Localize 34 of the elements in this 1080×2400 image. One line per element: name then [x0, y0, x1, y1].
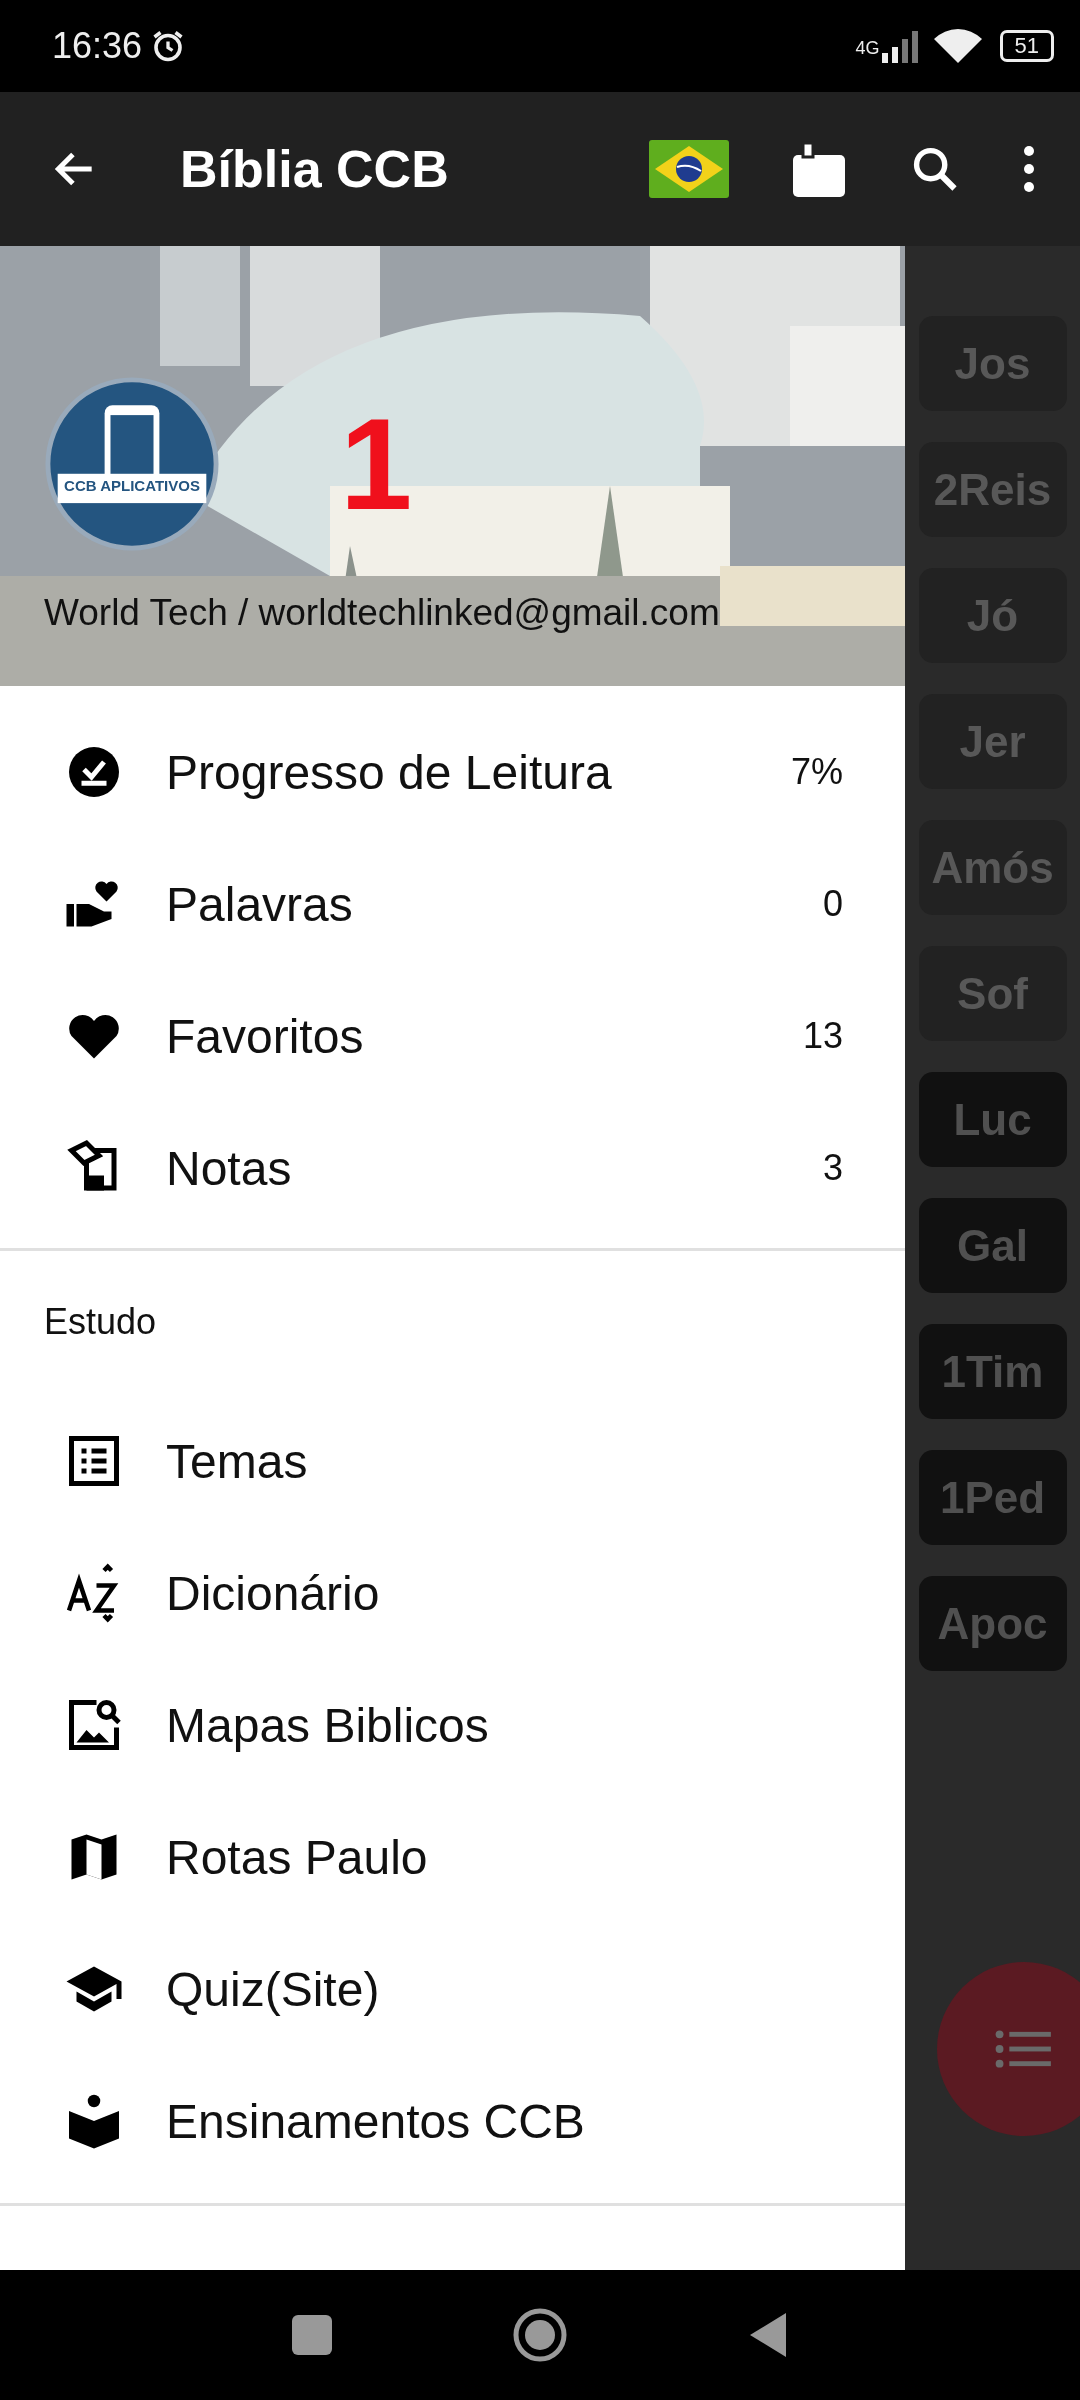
- menu-item[interactable]: Rotas Paulo: [0, 1791, 905, 1923]
- battery-indicator: 51: [999, 30, 1054, 62]
- logo-text: CCB APLICATIVOS: [63, 477, 201, 494]
- menu-item[interactable]: Notas 3: [0, 1102, 905, 1234]
- home-button[interactable]: [512, 2307, 568, 2363]
- item-count: 0: [822, 883, 843, 925]
- item-count: 13: [802, 1015, 843, 1057]
- logo-icon: [44, 376, 220, 552]
- menu-item[interactable]: Progresso de Leitura 7%: [0, 706, 905, 838]
- list-icon: [994, 2027, 1054, 2071]
- app-title: Bíblia CCB: [180, 139, 450, 199]
- book-chip[interactable]: Apoc: [918, 1576, 1067, 1671]
- wifi-icon: [933, 27, 982, 65]
- menu-item[interactable]: Ensinamentos CCB: [0, 2055, 905, 2187]
- book-chip[interactable]: 1Ped: [918, 1450, 1067, 1545]
- book-chip[interactable]: Luc: [918, 1072, 1067, 1167]
- flag-icon[interactable]: [649, 140, 729, 198]
- section-title: Estudo: [43, 1300, 158, 1344]
- book-chip[interactable]: Gal: [918, 1198, 1067, 1293]
- item-count: 3: [822, 1147, 843, 1189]
- menu-item[interactable]: Quiz(Site): [0, 1923, 905, 2055]
- menu-item[interactable]: Palavras 0: [0, 838, 905, 970]
- clock-time: 16:36: [52, 25, 143, 67]
- item-count: 7%: [790, 751, 843, 793]
- menu-item[interactable]: Temas: [0, 1395, 905, 1527]
- account-info: World Tech / worldtechlinked@gmail.com: [44, 592, 721, 634]
- menu-item[interactable]: Dicionário: [0, 1527, 905, 1659]
- menu-item[interactable]: Favoritos 13: [0, 970, 905, 1102]
- book-chip[interactable]: 1Tim: [918, 1324, 1067, 1419]
- menu-item[interactable]: Mapas Biblicos: [0, 1659, 905, 1791]
- more-options-icon[interactable]: [1023, 145, 1035, 193]
- back-button[interactable]: [748, 2311, 788, 2359]
- badge-number: 1: [340, 390, 413, 539]
- network-type: 4G: [855, 38, 880, 59]
